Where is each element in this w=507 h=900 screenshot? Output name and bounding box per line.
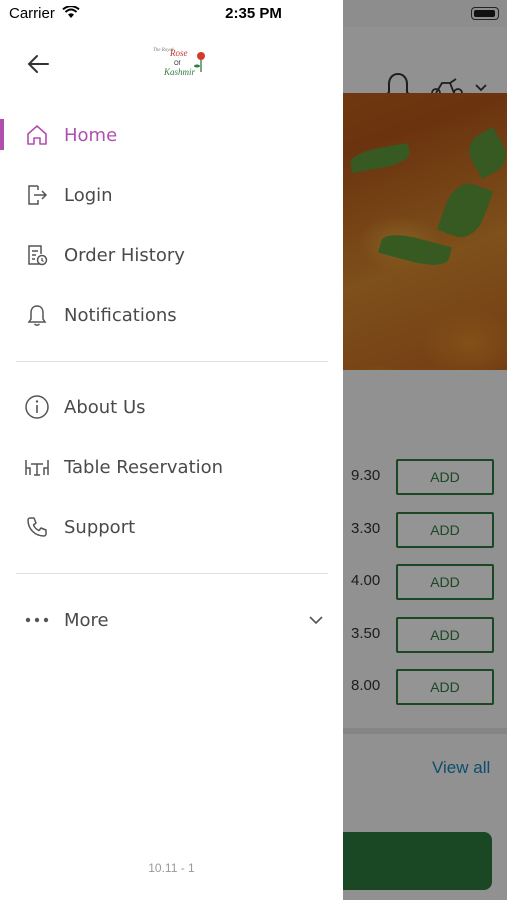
info-icon (24, 394, 50, 420)
menu-item-label: Table Reservation (64, 456, 224, 478)
menu-item-home[interactable]: Home (0, 109, 343, 161)
status-bar: Carrier 2:35 PM (0, 0, 507, 27)
menu-divider (16, 573, 328, 574)
menu-item-label: Notifications (64, 304, 177, 326)
svg-text:Kashmir: Kashmir (163, 67, 196, 77)
menu-divider (16, 361, 328, 362)
login-icon (24, 182, 50, 208)
phone-icon (24, 514, 50, 540)
menu-item-login[interactable]: Login (0, 169, 343, 221)
home-icon (24, 122, 50, 148)
menu-item-label: Order History (64, 244, 185, 266)
table-icon (24, 454, 50, 480)
menu-item-label: Support (64, 516, 136, 538)
more-icon (24, 607, 50, 633)
menu-item-notifications[interactable]: Notifications (0, 289, 343, 341)
menu-item-about-us[interactable]: About Us (0, 381, 343, 433)
bell-icon (24, 302, 50, 328)
order-history-icon (24, 242, 50, 268)
menu-item-label: Home (64, 124, 118, 146)
menu-item-label: More (64, 609, 109, 631)
app-version: 10.11 - 1 (148, 861, 195, 875)
menu-item-more[interactable]: More (0, 594, 343, 646)
menu-item-label: About Us (64, 396, 146, 418)
restaurant-logo: The Royal Rose Of Kashmir (153, 48, 205, 77)
arrow-left-icon (27, 55, 49, 73)
menu-item-order-history[interactable]: Order History (0, 229, 343, 281)
battery-icon (471, 7, 499, 20)
menu-item-table-reservation[interactable]: Table Reservation (0, 441, 343, 493)
navigation-drawer: The Royal Rose Of Kashmir Home Login Ord… (0, 0, 343, 900)
menu-item-label: Login (64, 184, 113, 206)
menu-item-support[interactable]: Support (0, 501, 343, 553)
status-time: 2:35 PM (225, 5, 282, 22)
back-button[interactable] (22, 48, 54, 80)
svg-text:Rose: Rose (169, 48, 188, 58)
chevron-down-icon (309, 616, 323, 625)
